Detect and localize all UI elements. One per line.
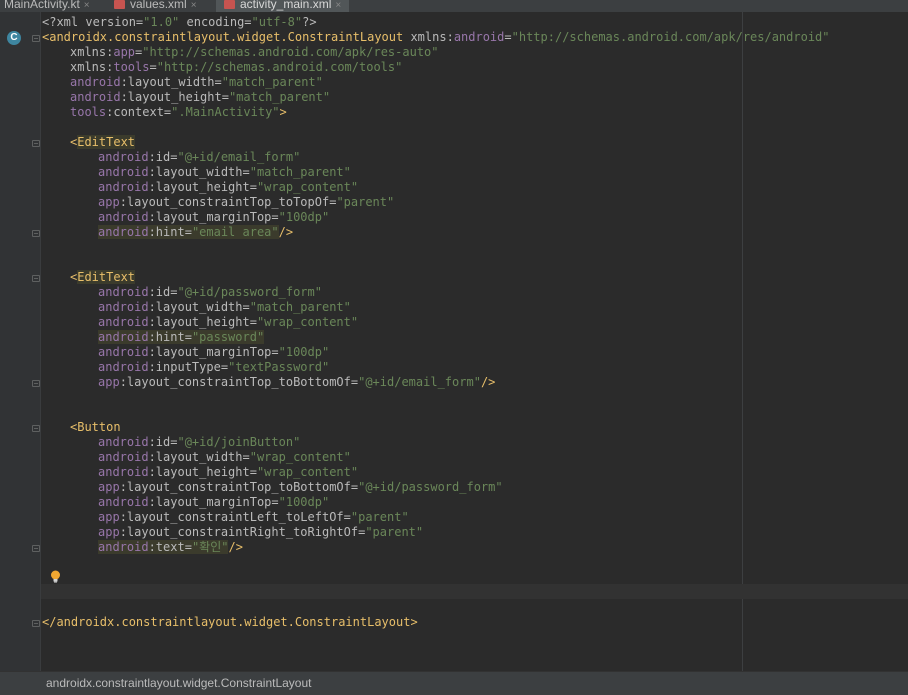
fold-marker-icon[interactable] xyxy=(32,275,40,282)
editor-tab-bar: MainActivity.kt × values.xml × activity_ma… xyxy=(0,0,908,12)
current-line-highlight xyxy=(41,584,908,599)
code-line[interactable]: tools:context=".MainActivity"> xyxy=(70,105,287,120)
code-line[interactable]: xmlns:tools="http://schemas.android.com/… xyxy=(70,60,402,75)
code-line[interactable]: android:text="확인"/> xyxy=(98,540,243,555)
tab-close-icon[interactable]: × xyxy=(335,0,341,11)
code-line[interactable]: <Button xyxy=(70,420,121,435)
tab-mainactivity-kt[interactable]: MainActivity.kt × xyxy=(4,0,90,12)
code-line[interactable]: android:inputType="textPassword" xyxy=(98,360,329,375)
code-line[interactable]: android:layout_width="wrap_content" xyxy=(98,450,351,465)
code-line[interactable]: android:layout_width="match_parent" xyxy=(98,300,351,315)
lightbulb-intention-icon[interactable] xyxy=(50,570,61,583)
code-line[interactable]: app:layout_constraintTop_toBottomOf="@+i… xyxy=(98,375,495,390)
code-line[interactable]: android:id="@+id/joinButton" xyxy=(98,435,300,450)
code-line[interactable]: app:layout_constraintRight_toRightOf="pa… xyxy=(98,525,423,540)
tab-close-icon[interactable]: × xyxy=(84,0,90,11)
fold-marker-icon[interactable] xyxy=(32,620,40,627)
tab-activity-main-xml[interactable]: activity_main.xml × xyxy=(216,0,350,12)
code-line[interactable]: android:hint="email area"/> xyxy=(98,225,293,240)
class-gutter-icon[interactable]: C xyxy=(7,31,21,45)
tab-close-icon[interactable]: × xyxy=(191,0,197,11)
code-line[interactable]: <androidx.constraintlayout.widget.Constr… xyxy=(42,30,830,45)
code-line[interactable]: android:layout_marginTop="100dp" xyxy=(98,210,329,225)
code-line[interactable]: <?xml version="1.0" encoding="utf-8"?> xyxy=(42,15,317,30)
fold-marker-icon[interactable] xyxy=(32,35,40,42)
fold-marker-icon[interactable] xyxy=(32,425,40,432)
code-line[interactable]: <EditText xyxy=(70,135,136,150)
code-line[interactable]: android:id="@+id/email_form" xyxy=(98,150,300,165)
code-line[interactable]: android:layout_height="wrap_content" xyxy=(98,180,358,195)
fold-marker-icon[interactable] xyxy=(32,380,40,387)
code-line[interactable]: </androidx.constraintlayout.widget.Const… xyxy=(42,615,418,630)
tab-label: activity_main.xml xyxy=(240,0,332,11)
code-line[interactable]: android:layout_height="wrap_content" xyxy=(98,315,358,330)
tab-label: values.xml xyxy=(130,0,187,11)
fold-marker-icon[interactable] xyxy=(32,140,40,147)
code-line[interactable]: android:layout_width="match_parent" xyxy=(98,165,351,180)
code-line[interactable]: android:layout_marginTop="100dp" xyxy=(98,345,329,360)
code-line[interactable]: android:hint="password" xyxy=(98,330,265,345)
tab-label: MainActivity.kt xyxy=(4,0,80,11)
fold-marker-icon[interactable] xyxy=(32,545,40,552)
xml-file-icon xyxy=(114,0,125,10)
breadcrumb[interactable]: androidx.constraintlayout.widget.Constra… xyxy=(46,676,312,690)
code-line[interactable]: android:layout_width="match_parent" xyxy=(70,75,323,90)
breadcrumb-bar: androidx.constraintlayout.widget.Constra… xyxy=(0,671,908,695)
code-line[interactable]: android:layout_height="wrap_content" xyxy=(98,465,358,480)
code-line[interactable]: app:layout_constraintTop_toBottomOf="@+i… xyxy=(98,480,503,495)
right-margin-guide xyxy=(742,12,743,671)
code-line[interactable]: app:layout_constraintLeft_toLeftOf="pare… xyxy=(98,510,409,525)
xml-file-icon xyxy=(224,0,235,10)
tab-values-xml[interactable]: values.xml × xyxy=(108,0,203,12)
fold-marker-icon[interactable] xyxy=(32,230,40,237)
code-line[interactable]: android:layout_height="match_parent" xyxy=(70,90,330,105)
code-line[interactable]: <EditText xyxy=(70,270,136,285)
code-line[interactable]: android:id="@+id/password_form" xyxy=(98,285,322,300)
code-line[interactable]: android:layout_marginTop="100dp" xyxy=(98,495,329,510)
gutter-divider xyxy=(40,12,41,671)
code-line[interactable]: xmlns:app="http://schemas.android.com/ap… xyxy=(70,45,439,60)
editor-gutter[interactable] xyxy=(0,12,40,671)
code-line[interactable]: app:layout_constraintTop_toTopOf="parent… xyxy=(98,195,394,210)
